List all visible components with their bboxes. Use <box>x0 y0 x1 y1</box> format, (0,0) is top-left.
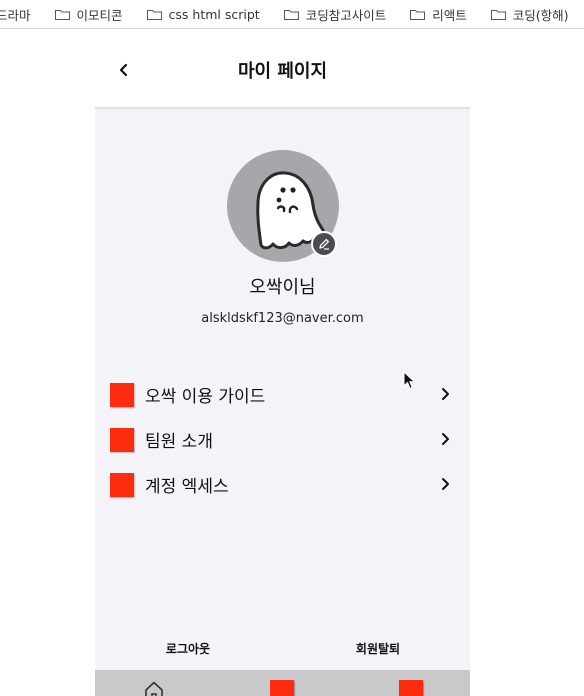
menu-item-label: 오싹 이용 가이드 <box>145 387 266 407</box>
withdraw-button[interactable]: 회원탈퇴 <box>325 640 431 657</box>
bottom-nav <box>95 670 470 696</box>
profile-avatar-wrap <box>227 150 339 262</box>
pencil-icon <box>319 238 330 250</box>
logout-button[interactable]: 로그아웃 <box>135 640 241 657</box>
bookmark-label: 이모티콘 <box>76 7 123 23</box>
bookmark-item[interactable]: 드라마 <box>0 5 31 24</box>
folder-icon <box>410 9 426 20</box>
folder-icon <box>146 9 162 20</box>
chevron-right-icon <box>442 433 449 445</box>
folder-icon <box>283 9 299 20</box>
bookmark-item[interactable]: 이모티콘 <box>45 5 123 24</box>
bookmark-label: 드라마 <box>0 7 31 23</box>
menu-item-label: 팀원 소개 <box>145 432 213 452</box>
chevron-right-icon <box>442 478 449 490</box>
bookmark-label: 코딩참고사이트 <box>305 7 387 23</box>
profile-email: alskldskf123@naver.com <box>201 311 364 326</box>
guide-icon <box>110 382 134 407</box>
menu-list: 오싹 이용 가이드 팀원 소개 계정 엑세스 <box>110 372 450 507</box>
profile-nickname: 오싹이님 <box>249 277 316 298</box>
bookmark-item[interactable]: css html script <box>137 7 260 22</box>
bookmarks-bar: 드라마 이모티콘 css html script 코딩참고사이트 리액트 코딩(… <box>0 0 584 29</box>
nav-tab-button[interactable] <box>399 680 423 696</box>
page-header: 마이 페이지 <box>95 29 470 109</box>
footer-actions: 로그아웃 회원탈퇴 <box>95 640 470 660</box>
nav-home-button[interactable] <box>143 679 165 696</box>
edit-avatar-button[interactable] <box>311 231 337 257</box>
folder-icon <box>54 9 70 20</box>
folder-icon <box>490 9 506 20</box>
bookmark-item[interactable]: 코딩(항해) <box>481 5 569 24</box>
bookmark-label: css html script <box>168 6 260 22</box>
chevron-right-icon <box>442 388 449 400</box>
menu-item-guide[interactable]: 오싹 이용 가이드 <box>110 372 450 417</box>
home-icon <box>145 681 163 696</box>
mouse-cursor-icon <box>403 371 416 390</box>
my-page-app: 마이 페이지 오싹이님 alskldskf123@naver.com 오싹 이용… <box>95 29 470 696</box>
account-icon <box>110 472 134 497</box>
bookmark-item[interactable]: 코딩참고사이트 <box>274 5 387 24</box>
menu-item-team[interactable]: 팀원 소개 <box>110 417 450 462</box>
menu-item-label: 계정 엑세스 <box>145 477 229 497</box>
nav-tab-button[interactable] <box>270 680 294 696</box>
page-title: 마이 페이지 <box>237 61 328 82</box>
bookmark-item[interactable]: 리액트 <box>400 5 467 24</box>
bookmark-label: 리액트 <box>432 7 467 23</box>
bookmark-label: 코딩(항해) <box>512 7 569 23</box>
team-icon <box>110 427 134 452</box>
menu-item-account-access[interactable]: 계정 엑세스 <box>110 462 450 507</box>
